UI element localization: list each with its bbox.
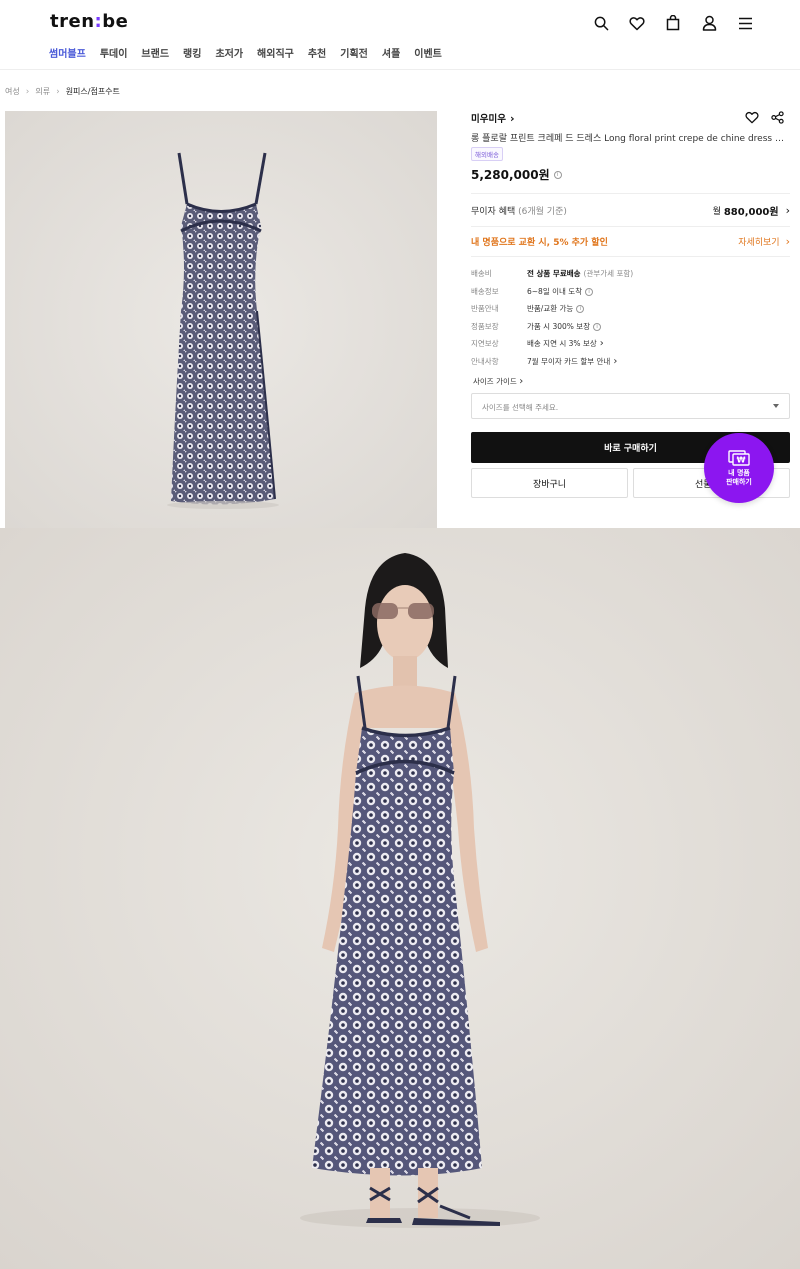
chevron-right-icon: › (519, 376, 524, 387)
site-logo[interactable]: tren:be (50, 11, 128, 32)
nav-item-event[interactable]: 이벤트 (414, 45, 442, 60)
spec-row-return: 반품안내 반품/교환 가능 i (471, 303, 585, 314)
size-guide-link[interactable]: 사이즈 가이드 › (473, 376, 523, 387)
nav-item-exhibition[interactable]: 기획전 (340, 45, 368, 60)
product-actions (745, 109, 784, 128)
menu-icon[interactable] (734, 12, 756, 34)
overseas-shipping-badge: 해외배송 (471, 147, 503, 161)
installment-label: 무이자 혜택 (6개월 기준) (471, 207, 567, 217)
nav-item-lowest-price[interactable]: 초저가 (215, 45, 243, 60)
model-lookbook-image[interactable] (0, 528, 800, 1269)
breadcrumb-item[interactable]: 여성 (5, 86, 20, 97)
divider (471, 226, 790, 227)
caret-down-icon (773, 404, 779, 408)
product-price: 5,280,000원 i (471, 166, 562, 183)
user-icon[interactable] (698, 12, 720, 34)
product-image[interactable] (5, 111, 437, 528)
breadcrumb: 여성 › 의류 › 원피스/점프수트 (5, 86, 120, 97)
divider (471, 256, 790, 257)
promo-details-link[interactable]: 자세히보기 › (738, 235, 790, 248)
sell-my-luxury-fab[interactable]: ₩ 내 명품 판매하기 (704, 433, 774, 503)
heart-icon[interactable] (626, 12, 648, 34)
won-card-icon: ₩ (728, 450, 750, 466)
breadcrumb-item[interactable]: 원피스/점프수트 (66, 86, 120, 97)
spec-row-shipping-info: 배송정보 6~8일 이내 도착 i (471, 286, 594, 297)
wishlist-heart-icon[interactable] (745, 109, 759, 128)
shopping-bag-icon[interactable] (662, 12, 684, 34)
spec-row-delay-compensation[interactable]: 지연보상 배송 지연 시 3% 보상 › (471, 338, 604, 349)
info-icon[interactable]: i (576, 304, 585, 313)
chevron-right-icon: › (599, 338, 604, 349)
spec-row-authenticity: 정품보장 가품 시 300% 보장 i (471, 321, 602, 332)
nav-item-recommend[interactable]: 추천 (308, 45, 326, 60)
brand-link[interactable]: 미우미우 › (471, 111, 515, 126)
main-nav: 썸머블프 투데이 브랜드 랭킹 초저가 해외직구 추천 기획전 셔플 이벤트 (49, 45, 442, 60)
info-icon[interactable]: i (593, 322, 602, 331)
nav-item-overseas[interactable]: 해외직구 (257, 45, 294, 60)
trade-in-promo: 내 명품으로 교환 시, 5% 추가 할인 (471, 238, 608, 248)
info-icon[interactable]: i (553, 170, 562, 179)
size-select[interactable]: 사이즈를 선택해 주세요. (471, 393, 790, 419)
chevron-right-icon: › (25, 86, 30, 97)
nav-item-today[interactable]: 투데이 (100, 45, 128, 60)
info-icon[interactable]: i (585, 287, 594, 296)
add-to-cart-button[interactable]: 장바구니 (471, 468, 628, 498)
installment-link[interactable]: 월 880,000원 › (713, 203, 790, 218)
nav-item-brand[interactable]: 브랜드 (141, 45, 169, 60)
nav-item-summer-black-friday[interactable]: 썸머블프 (49, 45, 86, 60)
chevron-right-icon: › (56, 86, 60, 97)
chevron-right-icon: › (785, 204, 790, 217)
spec-row-notice[interactable]: 안내사항 7월 무이자 카드 할부 안내 › (471, 356, 617, 367)
header-icons (590, 12, 756, 34)
site-header: tren:be 썸머블프 투데이 브랜드 랭킹 초저가 해외직구 추천 기획전 … (0, 0, 800, 70)
breadcrumb-item[interactable]: 의류 (35, 86, 50, 97)
search-icon[interactable] (590, 12, 612, 34)
divider (471, 193, 790, 194)
nav-item-ranking[interactable]: 랭킹 (183, 45, 201, 60)
product-name: 롱 플로랄 프린트 크레페 드 드레스 Long floral print cr… (471, 134, 790, 144)
spec-row-shipping-fee: 배송비 전 상품 무료배송 (관부가세 포함) (471, 269, 634, 278)
nav-item-shuffle[interactable]: 셔플 (382, 45, 400, 60)
svg-text:₩: ₩ (737, 455, 746, 464)
chevron-right-icon: › (509, 111, 515, 125)
share-icon[interactable] (771, 109, 784, 128)
chevron-right-icon: › (785, 235, 790, 248)
chevron-right-icon: › (613, 356, 618, 367)
